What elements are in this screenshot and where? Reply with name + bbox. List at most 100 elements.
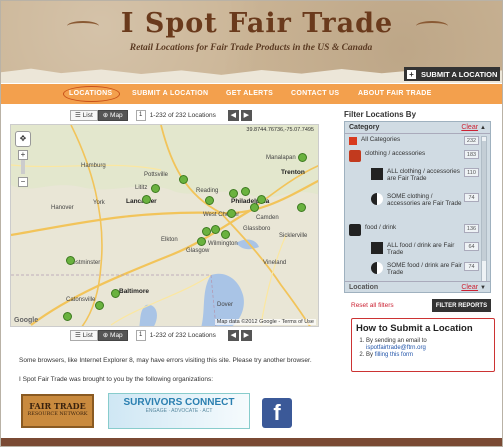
list-view-button[interactable]: ☰ List xyxy=(70,329,98,341)
all-fair-trade-icon xyxy=(371,168,383,180)
scrollbar-thumb[interactable] xyxy=(482,141,486,261)
category-item-all[interactable]: All Categories 232 xyxy=(349,136,479,145)
location-pin[interactable] xyxy=(63,312,72,321)
category-clear-link[interactable]: Clear xyxy=(461,124,478,131)
list-view-button[interactable]: ☰ List xyxy=(70,109,98,121)
category-count: 74 xyxy=(464,193,479,202)
location-pin[interactable] xyxy=(227,209,236,218)
category-label-text: SOME clothing / accessories are Fair Tra… xyxy=(387,193,462,207)
category-item-some-clothing[interactable]: SOME clothing / accessories are Fair Tra… xyxy=(371,193,479,207)
zoom-in-button[interactable]: + xyxy=(18,150,28,160)
map-view-label: Map xyxy=(110,111,123,119)
location-clear-link[interactable]: Clear xyxy=(461,284,478,291)
chevron-up-icon[interactable]: ▲ xyxy=(480,125,486,131)
ftrn-logo-title: FAIR TRADE xyxy=(29,401,86,411)
nav-submit-location[interactable]: SUBMIT A LOCATION xyxy=(132,90,208,97)
next-page-button[interactable]: ▶ xyxy=(240,329,252,341)
site-logo-title[interactable]: I Spot Fair Trade xyxy=(97,8,417,39)
contact-email-link[interactable]: ispotfairtrade@ftrn.org xyxy=(366,345,426,351)
step2-text: By xyxy=(366,352,374,358)
map-city-label: York xyxy=(93,200,105,206)
survivors-connect-logo[interactable]: SURVIVORS CONNECT ENGAGE · ADVOCATE · AC… xyxy=(108,393,250,429)
main-nav: LOCATIONS SUBMIT A LOCATION GET ALERTS C… xyxy=(1,84,502,104)
map-toolbar-bottom: ☰ List ⊕ Map 1 1-232 of 232 Locations ◀ … xyxy=(70,329,252,341)
page-number[interactable]: 1 xyxy=(135,109,146,121)
map-city-label: Glassboro xyxy=(243,226,271,232)
nav-about-fair-trade[interactable]: ABOUT FAIR TRADE xyxy=(358,90,432,97)
category-scrollbar[interactable] xyxy=(481,136,487,282)
map-city-label: Reading xyxy=(196,188,219,194)
location-pin[interactable] xyxy=(229,189,238,198)
location-pin[interactable] xyxy=(95,301,104,310)
location-pin[interactable] xyxy=(66,256,75,265)
map-city-label: Dover xyxy=(217,302,234,308)
some-fair-trade-icon xyxy=(371,193,383,205)
category-label-text: food / drink xyxy=(365,224,397,231)
map-view-button[interactable]: ⊕ Map xyxy=(97,109,128,121)
site-tagline: Retail Locations for Fair Trade Products… xyxy=(129,43,373,53)
chevron-down-icon[interactable]: ▼ xyxy=(480,285,486,291)
all-categories-icon xyxy=(349,137,357,145)
reset-filters-link[interactable]: Reset all filters xyxy=(351,302,394,309)
category-item-food[interactable]: food / drink 136 xyxy=(349,224,479,236)
map-city-label: Trenton xyxy=(281,169,305,176)
location-filter-header[interactable]: Location Clear ▼ xyxy=(345,281,490,293)
nav-get-alerts[interactable]: GET ALERTS xyxy=(226,90,273,97)
category-count: 232 xyxy=(464,136,479,145)
map-toolbar-top: ☰ List ⊕ Map 1 1-232 of 232 Locations ◀ … xyxy=(70,109,252,121)
how-to-step-1: By sending an email to ispotfairtrade@ft… xyxy=(366,338,427,352)
map-city-label: Pottsville xyxy=(144,172,169,178)
category-header[interactable]: Category Clear ▲ xyxy=(345,122,490,134)
submit-location-button[interactable]: + SUBMIT A LOCATION xyxy=(404,67,500,81)
map-city-label: Glasgow xyxy=(186,248,210,254)
map-city-label: Elkton xyxy=(161,237,178,243)
location-pin[interactable] xyxy=(211,225,220,234)
location-pin[interactable] xyxy=(257,195,266,204)
prev-page-button[interactable]: ◀ xyxy=(227,329,239,341)
filter-reports-button[interactable]: FILTER REPORTS xyxy=(432,299,491,312)
facebook-icon[interactable]: f xyxy=(262,398,292,428)
category-item-all-clothing[interactable]: ALL clothing / accessories are Fair Trad… xyxy=(371,168,479,182)
category-item-some-food[interactable]: SOME food / drink are Fair Trade 74 xyxy=(371,262,479,276)
map-coordinates: 39.8744.76736,-75.07.7495 xyxy=(246,127,314,133)
location-pin[interactable] xyxy=(250,203,259,212)
pan-control-icon[interactable]: ✥ xyxy=(15,131,31,147)
location-pin[interactable] xyxy=(142,195,151,204)
zoom-slider-track[interactable] xyxy=(21,160,25,174)
location-count: 1-232 of 232 Locations xyxy=(149,331,216,339)
location-pin[interactable] xyxy=(297,203,306,212)
location-pin[interactable] xyxy=(202,227,211,236)
category-item-clothing[interactable]: clothing / accessories 183 xyxy=(349,150,479,162)
map-city-label: Lititz xyxy=(135,185,148,191)
category-item-all-food[interactable]: ALL food / drink are Fair Trade 64 xyxy=(371,242,479,256)
prev-page-button[interactable]: ◀ xyxy=(227,109,239,121)
location-pin[interactable] xyxy=(298,153,307,162)
location-pin[interactable] xyxy=(221,230,230,239)
page-number[interactable]: 1 xyxy=(135,329,146,341)
location-pin[interactable] xyxy=(179,175,188,184)
filter-panel: Category Clear ▲ All Categories 232 clot… xyxy=(344,121,491,293)
location-pin[interactable] xyxy=(241,187,250,196)
how-to-step-2: By filling this form xyxy=(366,352,427,359)
nav-locations[interactable]: LOCATIONS xyxy=(62,86,121,102)
swirl-ornament-right xyxy=(416,21,448,31)
locations-map[interactable]: ✥ + − 39.8744.76736,-75.07.7495 Hamburg … xyxy=(10,124,319,327)
map-city-label: Baltimore xyxy=(119,288,149,295)
map-view-button[interactable]: ⊕ Map xyxy=(97,329,128,341)
zoom-out-button[interactable]: − xyxy=(18,177,28,187)
category-count: 74 xyxy=(464,262,479,271)
submit-location-label: SUBMIT A LOCATION xyxy=(421,69,498,79)
map-city-label: Hanover xyxy=(51,205,74,211)
submission-form-link[interactable]: filling this form xyxy=(375,352,413,358)
map-city-label: Vineland xyxy=(263,260,287,266)
location-pin[interactable] xyxy=(205,196,214,205)
map-city-label: Wilmington xyxy=(208,241,238,247)
location-pin[interactable] xyxy=(197,237,206,246)
all-fair-trade-icon xyxy=(371,242,383,254)
location-pin[interactable] xyxy=(111,289,120,298)
map-attribution[interactable]: Map data ©2012 Google - Terms of Use xyxy=(214,319,316,325)
fair-trade-resource-network-logo[interactable]: FAIR TRADE RESOURCE NETWORK xyxy=(21,394,94,428)
nav-contact-us[interactable]: CONTACT US xyxy=(291,90,339,97)
next-page-button[interactable]: ▶ xyxy=(240,109,252,121)
location-pin[interactable] xyxy=(151,184,160,193)
